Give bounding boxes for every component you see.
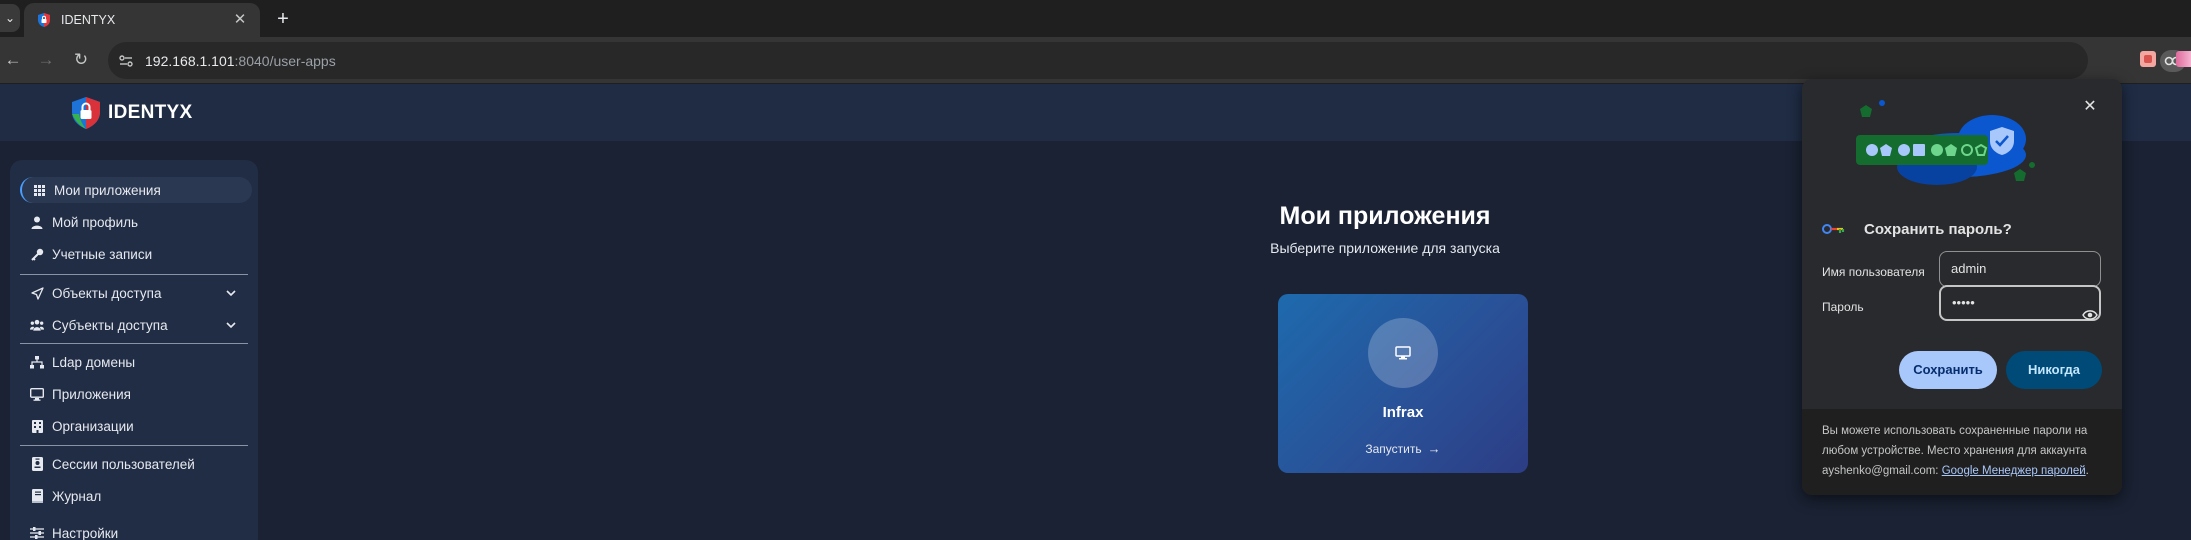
profile-extension-icon[interactable] bbox=[2176, 51, 2191, 67]
tab-close-button[interactable]: ✕ bbox=[230, 10, 250, 30]
footer-end: . bbox=[2085, 465, 2089, 477]
grid-icon bbox=[32, 183, 46, 197]
dialog-footer: Вы можете использовать сохраненные парол… bbox=[1802, 409, 2122, 495]
sidebar-item-label: Субъекты доступа bbox=[52, 317, 168, 333]
sidebar-divider bbox=[20, 445, 248, 446]
brand-name: IDENTYX bbox=[108, 102, 193, 123]
dialog-heading: Сохранить пароль? bbox=[1864, 221, 2012, 238]
url-text[interactable]: 192.168.1.101:8040/user-apps bbox=[145, 53, 336, 69]
monitor-icon bbox=[30, 387, 44, 401]
tab-title: IDENTYX bbox=[61, 13, 116, 27]
sidebar-item-journal[interactable]: Журнал bbox=[20, 483, 252, 509]
sidebar-item-settings[interactable]: Настройки bbox=[20, 520, 252, 540]
save-password-dialog: ✕ Сохранить пароль? Имя пользователя adm… bbox=[1802, 79, 2122, 495]
back-button[interactable]: ← bbox=[0, 47, 26, 73]
google-password-manager-icon bbox=[1822, 224, 1845, 234]
password-label: Пароль bbox=[1822, 300, 1864, 314]
sidebar-item-access-subjects[interactable]: Субъекты доступа bbox=[20, 312, 252, 338]
browser-tab-bar: ⌄ IDENTYX ✕ + bbox=[0, 0, 2191, 37]
url-host: 192.168.1.101 bbox=[145, 53, 235, 69]
book-icon bbox=[30, 489, 44, 503]
page-title: Мои приложения bbox=[1279, 202, 1491, 230]
new-tab-button[interactable]: + bbox=[270, 6, 296, 32]
sidebar-item-organizations[interactable]: Организации bbox=[20, 413, 252, 439]
sidebar-item-user-sessions[interactable]: Сессии пользователей bbox=[20, 451, 252, 477]
url-path: :8040/user-apps bbox=[234, 53, 336, 69]
app-icon-badge bbox=[1368, 318, 1438, 388]
app-name: Infrax bbox=[1382, 404, 1424, 421]
extension-icon[interactable] bbox=[2140, 51, 2156, 67]
app-launch-link[interactable]: Запустить → bbox=[1278, 441, 1528, 456]
monitor-icon bbox=[1395, 346, 1411, 360]
sidebar-item-label: Журнал bbox=[52, 488, 102, 504]
reload-button[interactable]: ↻ bbox=[68, 47, 94, 73]
id-badge-icon bbox=[30, 457, 44, 471]
save-button[interactable]: Сохранить bbox=[1899, 351, 1997, 389]
sidebar-item-accounts[interactable]: Учетные записи bbox=[20, 241, 252, 267]
identyx-shield-icon bbox=[72, 97, 100, 129]
username-field[interactable]: admin bbox=[1939, 251, 2101, 287]
sidebar-item-my-apps[interactable]: Мои приложения bbox=[20, 177, 252, 203]
page-subtitle: Выберите приложение для запуска bbox=[1270, 240, 1500, 256]
sidebar-item-ldap-domains[interactable]: Ldap домены bbox=[20, 349, 252, 375]
address-bar[interactable]: 192.168.1.101:8040/user-apps ☆ bbox=[108, 42, 2186, 79]
close-icon[interactable]: ✕ bbox=[2080, 97, 2100, 117]
password-field[interactable]: ••••• bbox=[1939, 285, 2101, 321]
sidebar-item-access-objects[interactable]: Объекты доступа bbox=[20, 280, 252, 306]
never-button[interactable]: Никогда bbox=[2006, 351, 2102, 389]
site-settings-icon[interactable] bbox=[118, 53, 134, 69]
sidebar-item-label: Приложения bbox=[52, 386, 131, 402]
forward-button[interactable]: → bbox=[33, 47, 59, 73]
tab-search-button[interactable]: ⌄ bbox=[0, 4, 20, 32]
username-label: Имя пользователя bbox=[1822, 265, 1925, 279]
sidebar-divider bbox=[20, 343, 248, 344]
identyx-favicon-icon bbox=[38, 13, 50, 27]
browser-toolbar: ← → ↻ 192.168.1.101:8040/user-apps ☆ bbox=[0, 37, 2191, 84]
sidebar-item-label: Ldap домены bbox=[52, 354, 136, 370]
brand-logo[interactable]: IDENTYX bbox=[70, 96, 192, 130]
arrow-right-icon: → bbox=[1427, 441, 1441, 456]
sidebar-item-my-profile[interactable]: Мой профиль bbox=[20, 209, 252, 235]
sidebar-item-label: Сессии пользователей bbox=[52, 456, 195, 472]
password-manager-link[interactable]: Google Менеджер паролей bbox=[1942, 465, 2086, 477]
user-icon bbox=[30, 215, 44, 229]
sidebar-item-label: Мои приложения bbox=[54, 182, 161, 198]
send-icon bbox=[30, 286, 44, 300]
sidebar-item-label: Мой профиль bbox=[52, 214, 139, 230]
sliders-icon bbox=[30, 526, 44, 540]
key-icon bbox=[30, 247, 44, 261]
chevron-down-icon[interactable] bbox=[224, 318, 238, 332]
sidebar-item-label: Организации bbox=[52, 418, 134, 434]
password-illustration-icon bbox=[1856, 100, 2035, 185]
launch-label: Запустить bbox=[1365, 442, 1422, 456]
users-icon bbox=[30, 318, 44, 332]
chevron-down-icon[interactable] bbox=[224, 286, 238, 300]
sidebar-item-label: Учетные записи bbox=[52, 246, 153, 262]
sidebar-item-applications[interactable]: Приложения bbox=[20, 381, 252, 407]
sitemap-icon bbox=[30, 355, 44, 369]
building-icon bbox=[30, 419, 44, 433]
browser-tab[interactable]: IDENTYX ✕ bbox=[24, 3, 260, 37]
sidebar-item-label: Объекты доступа bbox=[52, 285, 162, 301]
sidebar-item-label: Настройки bbox=[52, 525, 119, 540]
app-card-infrax[interactable]: Infrax Запустить → bbox=[1278, 294, 1528, 473]
eye-icon[interactable] bbox=[2082, 309, 2098, 321]
sidebar-divider bbox=[20, 274, 248, 275]
sidebar: Мои приложения Мой профиль Учетные запис… bbox=[10, 160, 258, 540]
